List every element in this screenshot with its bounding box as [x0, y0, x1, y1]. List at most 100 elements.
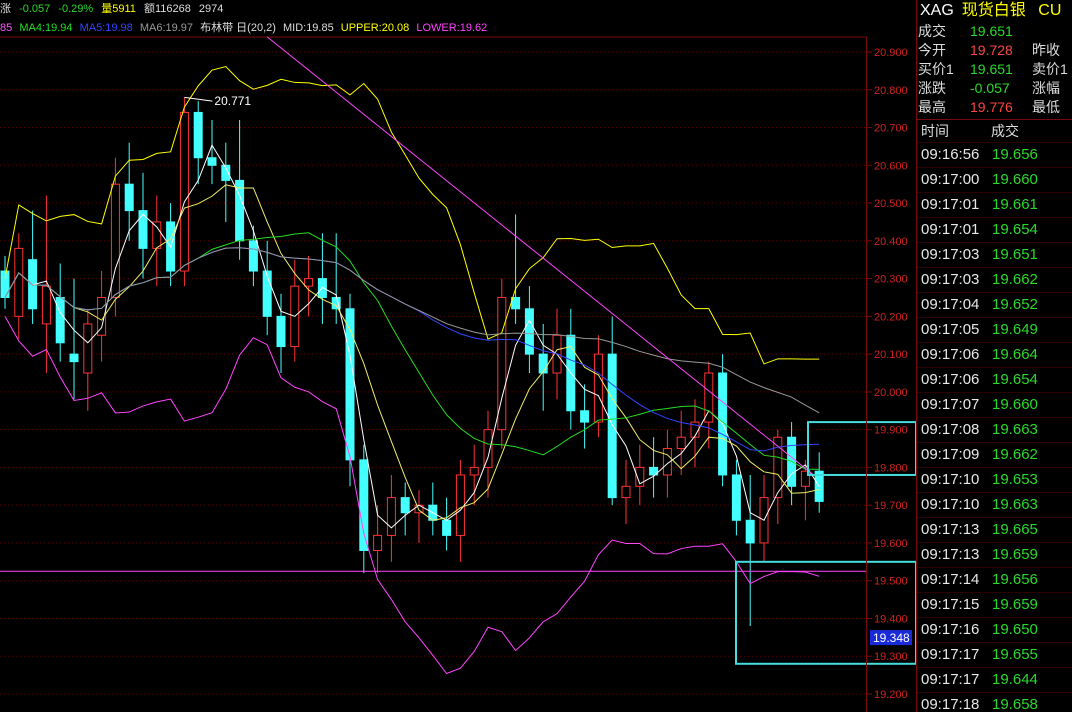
- y-tick-label: 19.800: [874, 462, 908, 474]
- tick-time: 09:17:05: [921, 321, 980, 338]
- high-price-label: 20.771: [214, 94, 251, 108]
- quote-rows: 成交 19.651 今开 19.728 昨收 买价1 19.651 卖价1 涨跌 -…: [917, 22, 1072, 117]
- tick-row[interactable]: 09:17:09 19.662: [917, 442, 1072, 467]
- y-tick-label: 20.200: [874, 311, 908, 323]
- candle-body: [193, 111, 203, 159]
- candle-body: [41, 285, 51, 325]
- y-tick-label: 20.300: [874, 274, 908, 286]
- tick-row[interactable]: 09:17:18 19.658: [917, 692, 1072, 712]
- tick-row[interactable]: 09:17:10 19.663: [917, 492, 1072, 517]
- tick-time: 09:17:18: [921, 696, 980, 712]
- tick-row[interactable]: 09:17:01 19.654: [917, 217, 1072, 242]
- tick-row[interactable]: 09:17:06 19.654: [917, 367, 1072, 392]
- tick-row[interactable]: 09:17:03 19.651: [917, 242, 1072, 267]
- y-tick-label: 19.700: [874, 500, 908, 512]
- tick-price: 19.649: [992, 321, 1038, 338]
- tick-list[interactable]: 09:16:56 19.656 09:17:00 19.660 09:17:01 1…: [917, 142, 1072, 712]
- tick-price: 19.662: [992, 446, 1038, 463]
- y-tick-label: 19.600: [874, 538, 908, 550]
- tick-row[interactable]: 09:17:01 19.661: [917, 192, 1072, 217]
- candle-body: [152, 221, 162, 249]
- y-tick-label: 20.700: [874, 123, 908, 135]
- instrument-title: XAG 现货白银 CU: [917, 0, 1072, 22]
- candle-body: [69, 353, 79, 363]
- y-tick-label: 20.600: [874, 160, 908, 172]
- tick-row[interactable]: 09:17:14 19.656: [917, 567, 1072, 592]
- tick-price: 19.660: [992, 396, 1038, 413]
- quote-label: 买价1: [918, 61, 954, 77]
- quote-row: 成交 19.651: [917, 22, 1072, 41]
- candle-body: [745, 519, 755, 544]
- candle-body: [442, 519, 452, 536]
- tick-price: 19.654: [992, 221, 1038, 238]
- tick-price: 19.654: [992, 371, 1038, 388]
- tick-row[interactable]: 09:17:17 19.655: [917, 642, 1072, 667]
- quote-row: 今开 19.728 昨收: [917, 41, 1072, 60]
- tick-row[interactable]: 09:17:07 19.660: [917, 392, 1072, 417]
- tick-price: 19.656: [992, 571, 1038, 588]
- candle-body: [207, 157, 217, 166]
- candle-body: [14, 247, 24, 317]
- candle-body: [179, 111, 189, 272]
- candle-body: [304, 278, 314, 287]
- tick-time: 09:17:17: [921, 671, 980, 688]
- tick-row[interactable]: 09:16:56 19.656: [917, 142, 1072, 167]
- candle-body: [538, 353, 548, 374]
- tick-row[interactable]: 09:17:05 19.649: [917, 317, 1072, 342]
- tick-time: 09:17:13: [921, 546, 980, 563]
- quote-value: 19.651: [970, 61, 1013, 77]
- quote-label-2: 卖价1: [1032, 61, 1068, 77]
- quote-label: 今开: [918, 42, 946, 58]
- tick-price: 19.665: [992, 521, 1038, 538]
- tick-time: 09:17:13: [921, 521, 980, 538]
- tick-price: 19.661: [992, 196, 1038, 213]
- tick-price: 19.644: [992, 671, 1038, 688]
- quote-row: 最高 19.776 最低: [917, 98, 1072, 117]
- candle-body: [345, 308, 355, 461]
- tick-time: 09:17:01: [921, 221, 980, 238]
- candle-body: [704, 372, 714, 423]
- tick-time: 09:17:15: [921, 596, 980, 613]
- candle-body: [593, 353, 603, 423]
- tick-time: 09:17:01: [921, 196, 980, 213]
- tick-time: 09:17:08: [921, 421, 980, 438]
- tick-row[interactable]: 09:17:15 19.659: [917, 592, 1072, 617]
- quote-value: 19.651: [970, 23, 1013, 39]
- quote-value: 19.776: [970, 99, 1013, 115]
- candlestick-chart[interactable]: 20.900 20.800 20.700 20.600 20.500 20.400 20.3…: [0, 0, 916, 712]
- tick-price: 19.655: [992, 646, 1038, 663]
- tick-row[interactable]: 09:17:04 19.652: [917, 292, 1072, 317]
- tick-price: 19.656: [992, 146, 1038, 163]
- tick-time: 09:17:09: [921, 446, 980, 463]
- y-tick-label: 19.300: [874, 651, 908, 663]
- tick-time: 09:17:10: [921, 496, 980, 513]
- candle-body: [248, 240, 258, 272]
- y-tick-label: 20.500: [874, 198, 908, 210]
- tick-time: 09:17:14: [921, 571, 980, 588]
- candle-body: [386, 497, 396, 536]
- candle-body: [469, 466, 479, 476]
- y-tick-label: 20.100: [874, 349, 908, 361]
- y-tick-label: 20.900: [874, 47, 908, 59]
- tick-row[interactable]: 09:17:03 19.662: [917, 267, 1072, 292]
- tick-price: 19.650: [992, 621, 1038, 638]
- tick-time: 09:17:03: [921, 271, 980, 288]
- candle-body: [276, 315, 286, 348]
- tick-row[interactable]: 09:17:13 19.659: [917, 542, 1072, 567]
- tick-price: 19.659: [992, 546, 1038, 563]
- tick-row[interactable]: 09:17:00 19.660: [917, 167, 1072, 192]
- tick-row[interactable]: 09:17:08 19.663: [917, 417, 1072, 442]
- tick-time: 09:17:06: [921, 346, 980, 363]
- quote-label: 成交: [918, 23, 946, 39]
- quote-value: -0.057: [970, 80, 1010, 96]
- tick-row[interactable]: 09:17:17 19.644: [917, 667, 1072, 692]
- tick-price: 19.659: [992, 596, 1038, 613]
- tick-time: 09:16:56: [921, 146, 980, 163]
- y-tick-label: 19.400: [874, 613, 908, 625]
- tick-row[interactable]: 09:17:16 19.650: [917, 617, 1072, 642]
- tick-row[interactable]: 09:17:06 19.664: [917, 342, 1072, 367]
- tick-row[interactable]: 09:17:10 19.653: [917, 467, 1072, 492]
- tick-row[interactable]: 09:17:13 19.665: [917, 517, 1072, 542]
- candle-body: [359, 459, 369, 551]
- y-tick-label: 19.500: [874, 576, 908, 588]
